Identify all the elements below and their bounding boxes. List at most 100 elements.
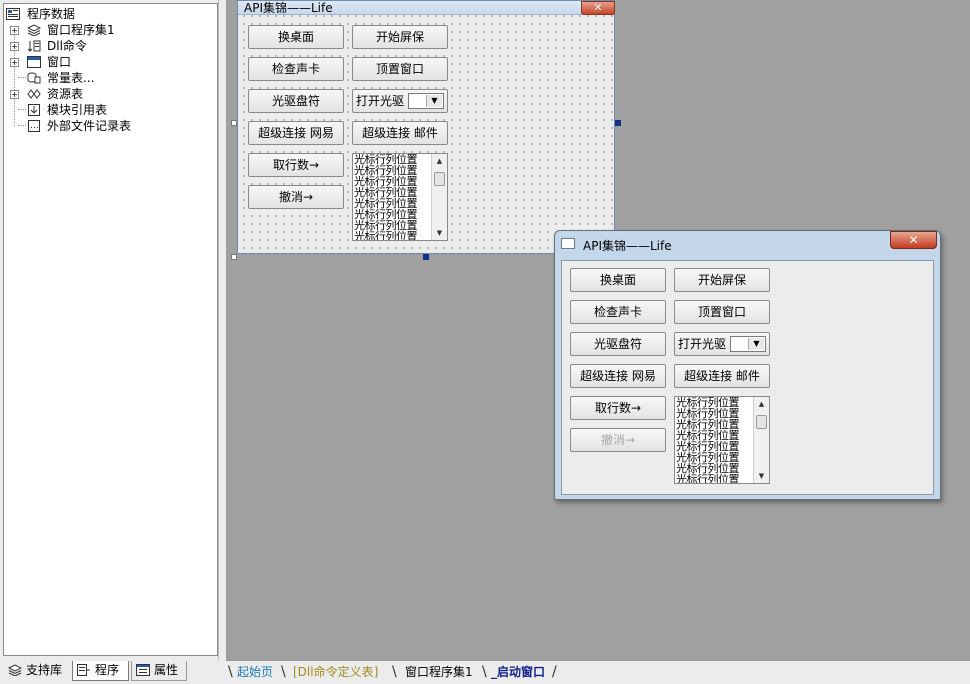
list-item[interactable]: 光标行列位置: [676, 419, 752, 430]
check-soundcard-button[interactable]: 检查声卡: [248, 57, 344, 81]
resize-handle[interactable]: [423, 254, 429, 260]
scroll-up-icon[interactable]: ▲: [432, 154, 447, 168]
scroll-down-icon[interactable]: ▼: [432, 226, 447, 240]
scroll-down-icon[interactable]: ▼: [754, 469, 769, 483]
document-tabs: \ 起始页 \ [Dll命令定义表] \ 窗口程序集1 \ _启动窗口 /: [226, 660, 970, 684]
program-data-icon: [6, 8, 20, 20]
chevron-down-icon[interactable]: ▼: [426, 95, 442, 107]
link-163-button[interactable]: 超级连接 网易: [248, 121, 344, 145]
list-item[interactable]: 光标行列位置: [354, 231, 430, 240]
resource-icon: [27, 89, 41, 99]
program-icon: [77, 664, 90, 676]
tree-item-label: 窗口程序集1: [47, 23, 115, 37]
tree-expander[interactable]: +: [10, 42, 19, 51]
list-item[interactable]: 光标行列位置: [676, 463, 752, 474]
scroll-thumb[interactable]: [434, 172, 445, 186]
link-163-button[interactable]: 超级连接 网易: [570, 364, 666, 388]
close-icon[interactable]: ✕: [890, 231, 937, 249]
tree-expander[interactable]: +: [10, 26, 19, 35]
drive-select[interactable]: ▼: [730, 336, 766, 352]
tree-item-window-assembly[interactable]: + 窗口程序集1: [6, 22, 206, 38]
open-drive-combo[interactable]: 打开光驱 ▼: [674, 332, 770, 356]
change-desktop-button[interactable]: 换桌面: [248, 25, 344, 49]
list-item[interactable]: 光标行列位置: [676, 474, 752, 483]
tab-label: 程序: [95, 663, 120, 677]
list-item[interactable]: 光标行列位置: [354, 220, 430, 231]
list-item[interactable]: 光标行列位置: [676, 397, 752, 408]
open-drive-combo[interactable]: 打开光驱 ▼: [352, 89, 448, 113]
tree-item-label: 模块引用表: [47, 103, 108, 117]
module-reference-icon: [28, 104, 40, 116]
tree-item-external-files[interactable]: 外部文件记录表: [6, 118, 206, 134]
drive-select[interactable]: ▼: [408, 93, 444, 109]
list-item[interactable]: 光标行列位置: [676, 430, 752, 441]
list-item[interactable]: 光标行列位置: [354, 187, 430, 198]
list-item[interactable]: 光标行列位置: [354, 176, 430, 187]
open-drive-label: 打开光驱: [678, 337, 727, 351]
tree-item-dll-commands[interactable]: + Dll命令: [6, 38, 206, 54]
link-mail-button[interactable]: 超级连接 邮件: [674, 364, 770, 388]
list-item[interactable]: 光标行列位置: [354, 209, 430, 220]
start-screensaver-button[interactable]: 开始屏保: [352, 25, 448, 49]
list-item[interactable]: 光标行列位置: [354, 198, 430, 209]
open-drive-label: 打开光驱: [356, 94, 405, 108]
tree-expander[interactable]: +: [10, 58, 19, 67]
check-soundcard-button[interactable]: 检查声卡: [570, 300, 666, 324]
tab-startup-window[interactable]: _启动窗口: [491, 663, 545, 681]
cursor-position-listbox[interactable]: 光标行列位置 光标行列位置 光标行列位置 光标行列位置 光标行列位置 光标行列位…: [674, 396, 770, 484]
design-form-title: API集锦——Life: [244, 1, 333, 15]
list-item[interactable]: 光标行列位置: [676, 441, 752, 452]
list-item[interactable]: 光标行列位置: [676, 408, 752, 419]
tree-item-windows[interactable]: + 窗口: [6, 54, 206, 70]
resize-handle[interactable]: [231, 120, 237, 126]
tab-program[interactable]: 程序: [72, 661, 129, 681]
tab-support-library[interactable]: 支持库: [4, 661, 72, 681]
tab-start-page[interactable]: 起始页: [237, 663, 273, 681]
form-designer-canvas[interactable]: API集锦——Life ✕ 换桌面 开始屏保 检查声卡 顶置窗口 光驱盘符 打开…: [226, 0, 970, 660]
undo-button[interactable]: 撤消→: [570, 428, 666, 452]
tree-item-label: 资源表: [47, 87, 84, 101]
scroll-up-icon[interactable]: ▲: [754, 397, 769, 411]
start-screensaver-button[interactable]: 开始屏保: [674, 268, 770, 292]
tree-item-module-references[interactable]: 模块引用表: [6, 102, 206, 118]
tab-properties[interactable]: 属性: [131, 661, 187, 681]
list-item[interactable]: 光标行列位置: [354, 154, 430, 165]
list-items: 光标行列位置 光标行列位置 光标行列位置 光标行列位置 光标行列位置 光标行列位…: [354, 154, 430, 240]
change-desktop-button[interactable]: 换桌面: [570, 268, 666, 292]
tab-separator: \: [392, 664, 397, 680]
tree-expander[interactable]: +: [10, 90, 19, 99]
vertical-scrollbar[interactable]: ▲ ▼: [753, 397, 769, 483]
undo-button[interactable]: 撤消→: [248, 185, 344, 209]
tab-window-assembly[interactable]: 窗口程序集1: [405, 663, 473, 681]
tree-item-resources[interactable]: + 资源表: [6, 86, 206, 102]
constant-table-icon: [27, 72, 41, 84]
preview-window-client: 换桌面 开始屏保 检查声卡 顶置窗口 光驱盘符 打开光驱 ▼ 超级连接 网易 超…: [561, 260, 934, 495]
link-mail-button[interactable]: 超级连接 邮件: [352, 121, 448, 145]
tab-label: 支持库: [26, 663, 63, 677]
preview-window-titlebar[interactable]: API集锦——Life ✕: [555, 231, 940, 257]
vertical-scrollbar[interactable]: ▲ ▼: [431, 154, 447, 240]
topmost-window-button[interactable]: 顶置窗口: [352, 57, 448, 81]
topmost-window-button[interactable]: 顶置窗口: [674, 300, 770, 324]
project-tree[interactable]: 程序数据 + 窗口程序集1 + Dll命令 + 窗口 常量表... + 资源表 …: [3, 3, 218, 656]
list-item[interactable]: 光标行列位置: [676, 452, 752, 463]
get-line-count-button[interactable]: 取行数→: [248, 153, 344, 177]
get-line-count-button[interactable]: 取行数→: [570, 396, 666, 420]
drive-letter-button[interactable]: 光驱盘符: [570, 332, 666, 356]
resize-handle[interactable]: [615, 120, 621, 126]
panel-splitter[interactable]: [218, 0, 226, 660]
cursor-position-listbox[interactable]: 光标行列位置 光标行列位置 光标行列位置 光标行列位置 光标行列位置 光标行列位…: [352, 153, 448, 241]
tab-separator: \: [281, 664, 286, 680]
preview-window[interactable]: API集锦——Life ✕ 换桌面 开始屏保 检查声卡 顶置窗口 光驱盘符 打开…: [554, 230, 941, 500]
tree-item-label: Dll命令: [47, 39, 87, 53]
resize-handle[interactable]: [231, 254, 237, 260]
scroll-thumb[interactable]: [756, 415, 767, 429]
drive-letter-button[interactable]: 光驱盘符: [248, 89, 344, 113]
tree-item-constants[interactable]: 常量表...: [6, 70, 206, 86]
tab-dll-command-table[interactable]: [Dll命令定义表]: [293, 663, 378, 681]
list-item[interactable]: 光标行列位置: [354, 165, 430, 176]
close-icon[interactable]: ✕: [581, 1, 615, 15]
chevron-down-icon[interactable]: ▼: [748, 338, 764, 350]
design-form[interactable]: API集锦——Life ✕ 换桌面 开始屏保 检查声卡 顶置窗口 光驱盘符 打开…: [237, 0, 615, 254]
layers-icon: [27, 24, 41, 36]
